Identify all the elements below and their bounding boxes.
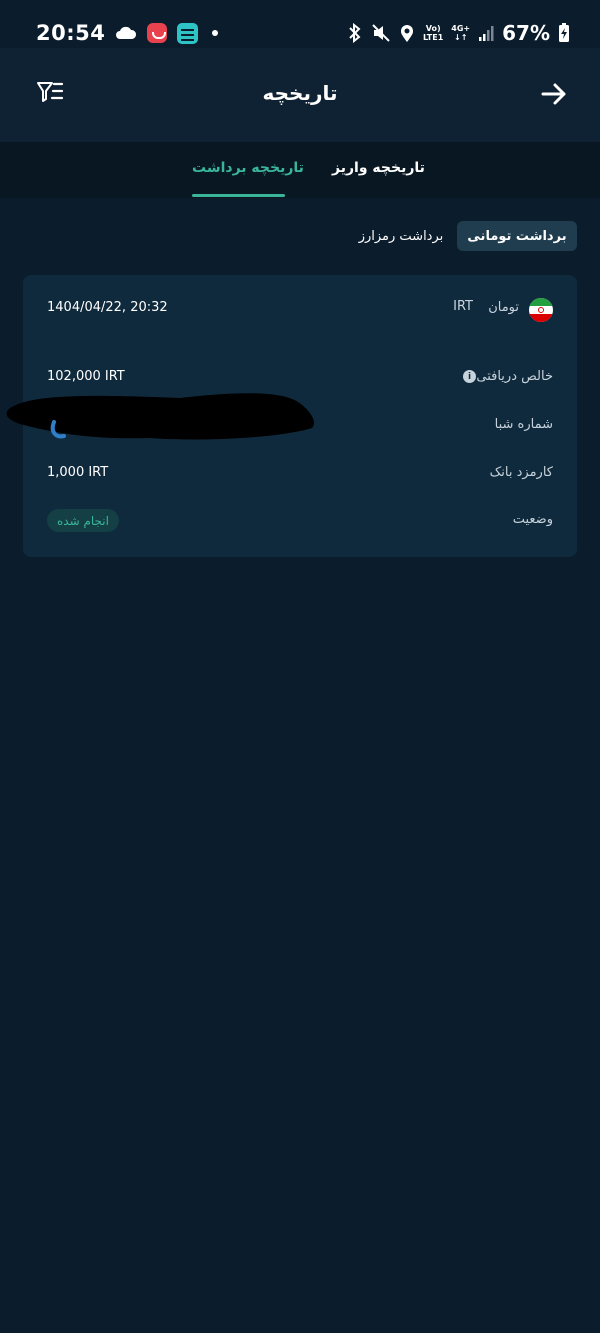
data-arrows-icon: ↓↑ [454, 33, 468, 42]
location-icon [401, 25, 414, 42]
more-notifications-dot [212, 30, 219, 36]
currency-code: IRT [453, 299, 473, 314]
iran-flag-icon [529, 298, 553, 322]
battery-charging-icon [559, 23, 569, 42]
bank-fee-label: کارمزد بانک [489, 465, 553, 480]
app-notification-icon [147, 23, 168, 43]
sheba-label: شماره شبا [494, 417, 553, 432]
status-label: وضعیت [512, 512, 553, 527]
net-received-label: خالص دریافتی [476, 369, 553, 384]
tab-withdraw-history[interactable]: تاریخچه برداشت [192, 160, 304, 176]
active-tab-indicator [192, 194, 285, 197]
currency-name: تومان [488, 300, 519, 315]
redaction-mark [6, 393, 315, 440]
cloud-icon [116, 26, 137, 39]
transaction-datetime: 1404/04/22, 20:32 [47, 300, 168, 315]
history-tabs: تاریخچه واریز تاریخچه برداشت [0, 142, 600, 198]
battery-percent: 67% [502, 21, 550, 45]
back-arrow-icon[interactable] [540, 80, 568, 108]
bank-fee-value: 1,000 IRT [47, 465, 109, 480]
bluetooth-icon [349, 23, 361, 43]
mute-icon [372, 24, 390, 42]
status-right: Vo) LTE1 4G+ ↓↑ 67% [347, 16, 570, 50]
info-icon[interactable]: i [463, 370, 476, 383]
status-left: 20:54 [36, 16, 219, 50]
chip-crypto-withdraw[interactable]: برداشت رمزارز [356, 221, 446, 251]
signal-icon [479, 26, 494, 41]
volte-indicator: Vo) LTE1 [423, 24, 444, 42]
tab-deposit-history[interactable]: تاریخچه واریز [332, 160, 425, 176]
chip-toman-withdraw[interactable]: برداشت تومانی [457, 221, 577, 251]
app-notification-icon-2 [177, 22, 199, 44]
status-bar: 20:54 Vo) LTE1 4G+ ↓↑ 67% [0, 0, 600, 48]
status-badge: انجام شده [47, 509, 119, 532]
page-title: تاریخچه [262, 81, 338, 105]
app-header: تاریخچه [0, 48, 600, 142]
status-time: 20:54 [36, 21, 106, 45]
net-received-value: 102,000 IRT [47, 369, 125, 384]
network-type-indicator: 4G+ ↓↑ [451, 24, 471, 42]
